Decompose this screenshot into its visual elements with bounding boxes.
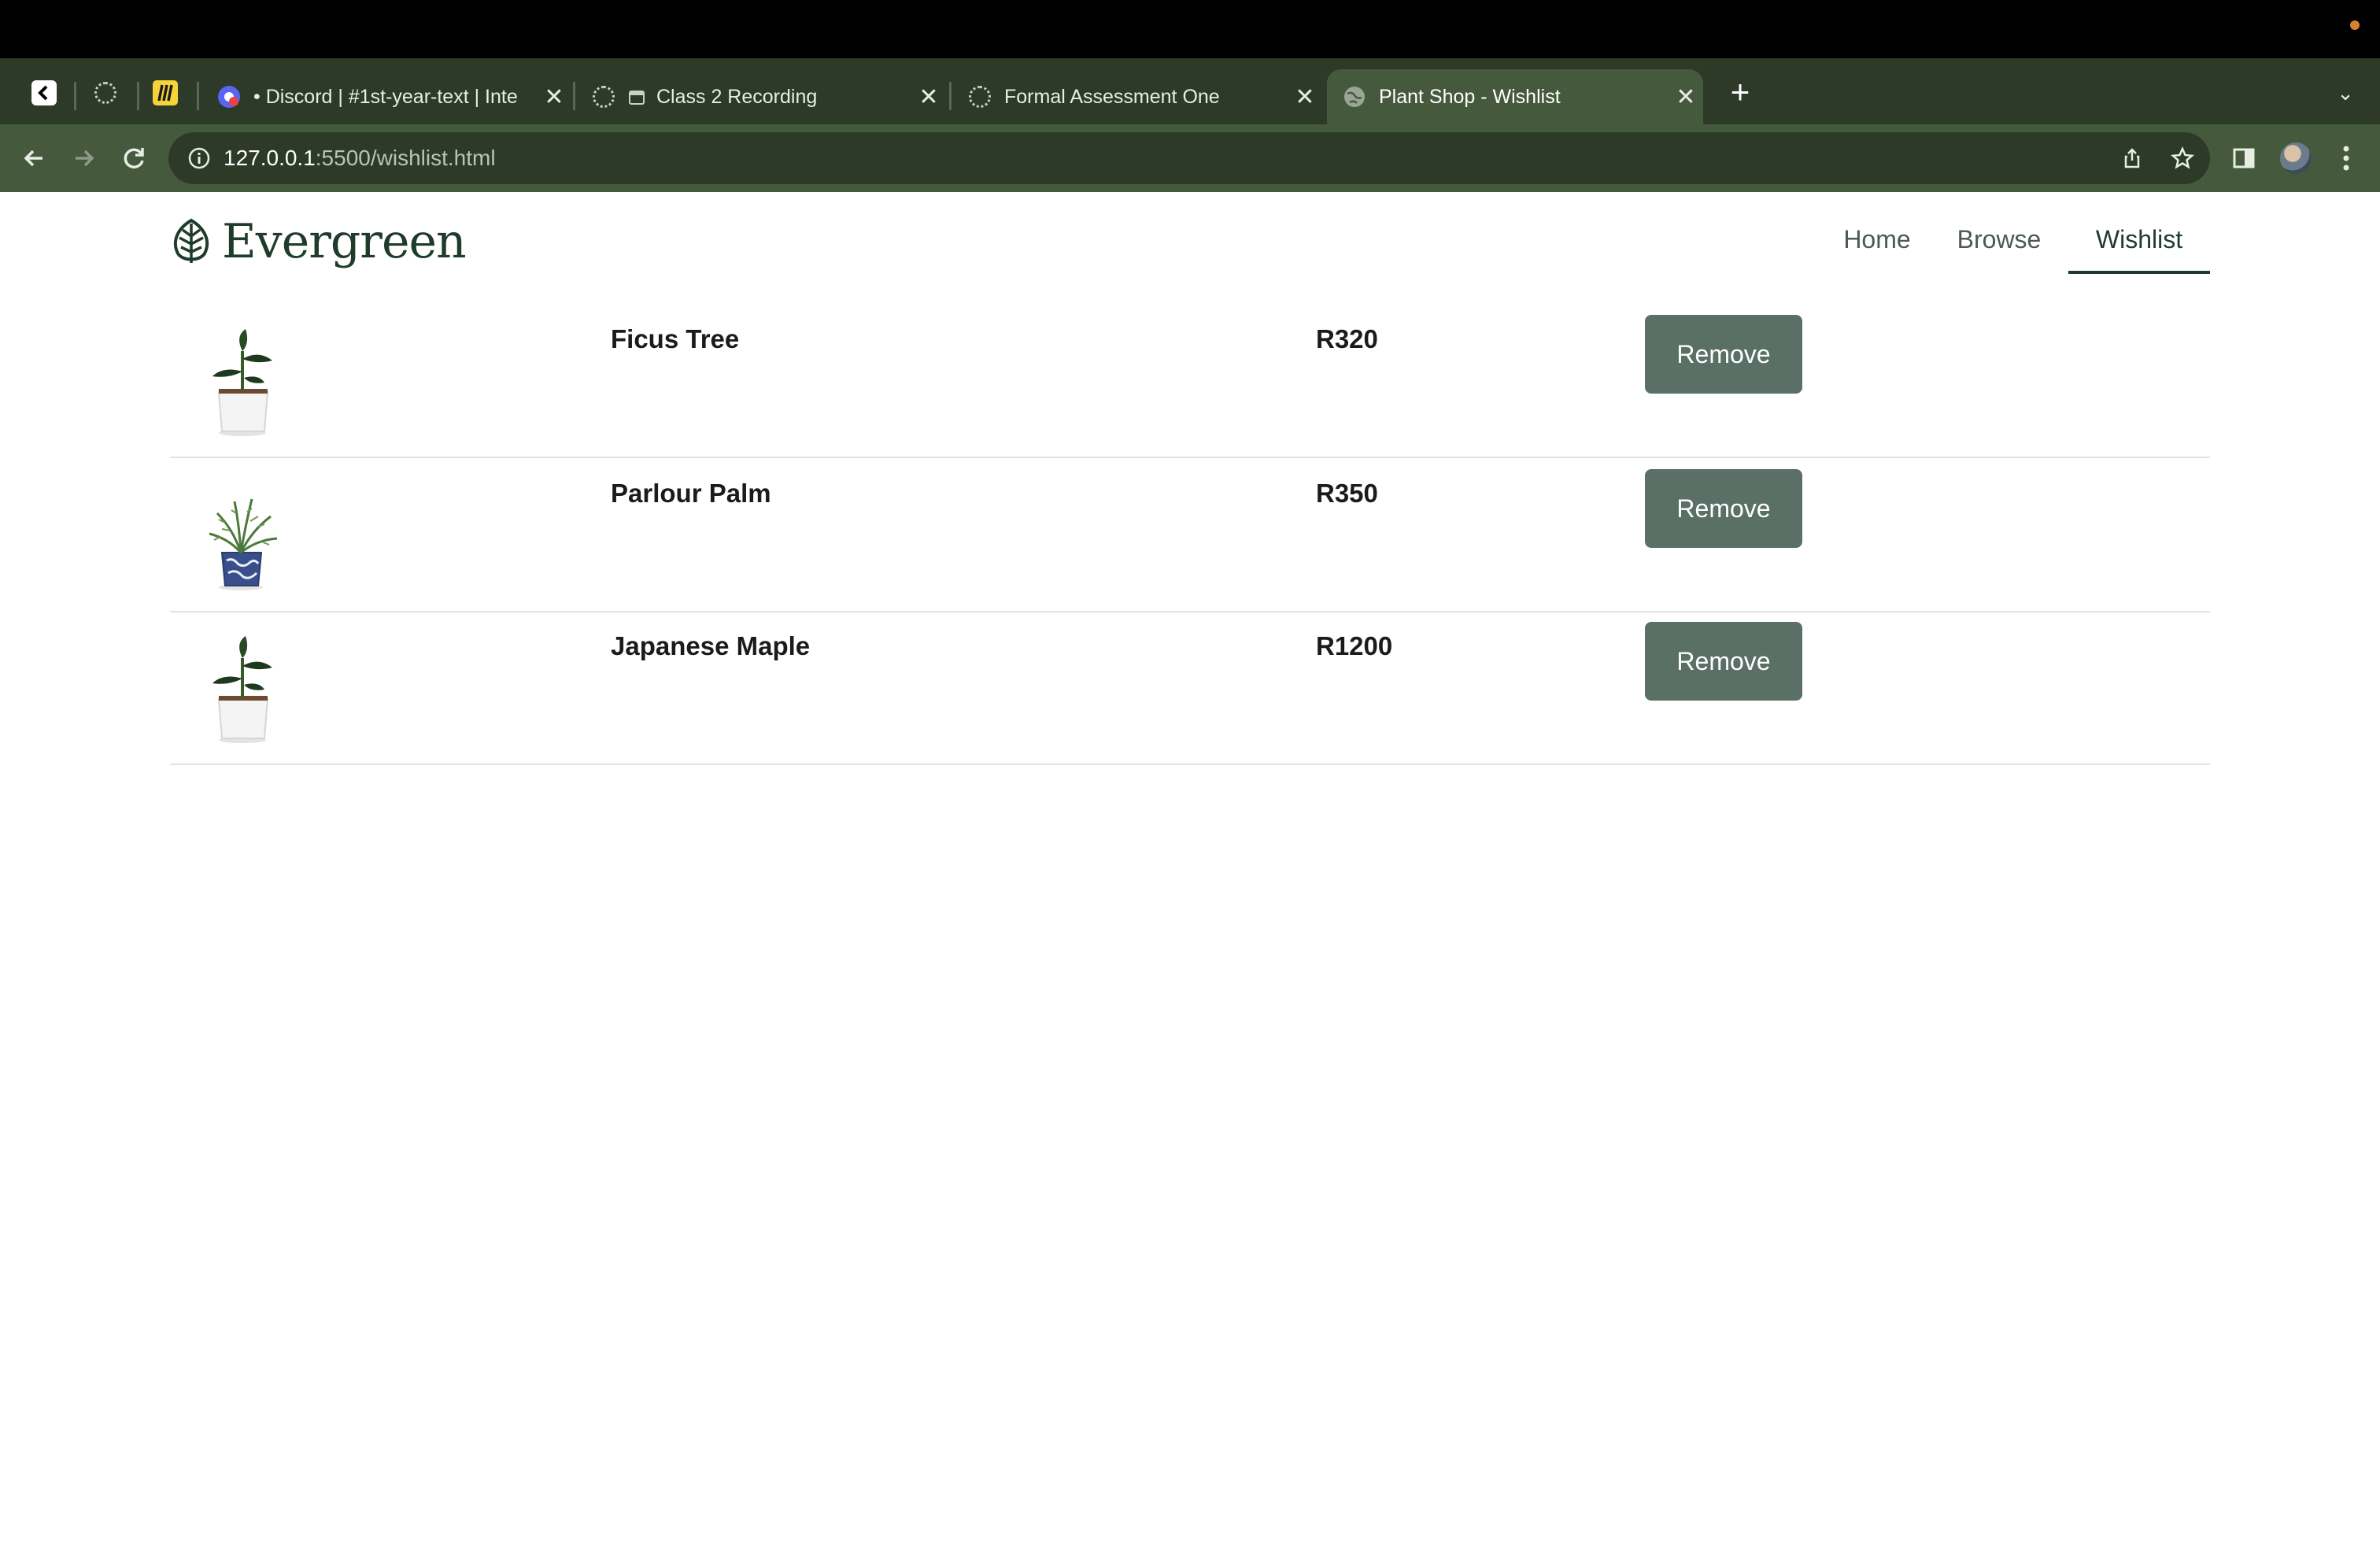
nav-browse[interactable]: Browse xyxy=(1949,211,2049,271)
pinned-tab-back[interactable] xyxy=(20,69,68,117)
ficus-plant-image xyxy=(213,636,272,743)
nav-wishlist[interactable]: Wishlist xyxy=(2068,211,2210,274)
item-name: Japanese Maple xyxy=(611,631,811,660)
miro-favicon-icon xyxy=(153,80,178,105)
brand-name: Evergreen xyxy=(222,214,467,269)
tab-formal-assessment[interactable]: Formal Assessment One ✕ xyxy=(952,69,1322,124)
reload-icon xyxy=(124,148,144,168)
tab-separator xyxy=(74,82,76,110)
calendar-icon xyxy=(629,91,645,105)
bookmark-star-icon[interactable] xyxy=(2169,145,2196,172)
tab-separator xyxy=(573,82,575,110)
url-path: :5500/wishlist.html xyxy=(315,146,496,170)
browser-toolbar: 127.0.0.1:5500/wishlist.html xyxy=(0,124,2380,192)
tab-title: Class 2 Recording xyxy=(656,85,818,108)
item-price: R350 xyxy=(1316,479,1378,508)
remove-button[interactable]: Remove xyxy=(1645,469,1802,548)
tab-discord[interactable]: • Discord | #1st-year-text | Inte ✕ xyxy=(201,69,571,124)
tab-separator xyxy=(949,82,952,110)
os-menu-bar xyxy=(0,0,2380,58)
remove-button[interactable]: Remove xyxy=(1645,315,1802,394)
back-button[interactable] xyxy=(14,139,54,178)
tab-title: Plant Shop - Wishlist xyxy=(1379,85,1561,108)
pinned-tab-miro[interactable] xyxy=(142,69,189,117)
close-icon[interactable]: ✕ xyxy=(1669,83,1703,111)
tab-title: Formal Assessment One xyxy=(1004,85,1220,108)
tab-title: • Discord | #1st-year-text | Inte xyxy=(253,85,518,108)
wishlist-row: Japanese Maple R1200 Remove xyxy=(170,611,2210,765)
site-logo[interactable]: Evergreen xyxy=(168,214,467,269)
share-icon[interactable] xyxy=(2119,145,2145,172)
item-name: Parlour Palm xyxy=(611,479,771,508)
wishlist-row: Parlour Palm R350 Remove xyxy=(170,458,2210,612)
new-tab-button[interactable]: + xyxy=(1720,72,1760,112)
discord-favicon-icon xyxy=(218,86,240,108)
side-panel-icon[interactable] xyxy=(2224,139,2264,178)
back-arrow-icon xyxy=(24,150,42,167)
globe-icon xyxy=(1344,87,1365,107)
item-price: R320 xyxy=(1316,324,1378,353)
recording-indicator-icon xyxy=(2350,20,2360,30)
tab-strip: • Discord | #1st-year-text | Inte ✕ Clas… xyxy=(0,58,2380,124)
parlour-palm-image xyxy=(209,498,278,590)
close-icon[interactable]: ✕ xyxy=(1288,83,1322,111)
nav-home[interactable]: Home xyxy=(1823,211,1931,271)
loading-spinner-icon xyxy=(94,82,116,104)
back-arrow-favicon-icon xyxy=(31,80,57,105)
forward-button[interactable] xyxy=(65,139,104,178)
url-host: 127.0.0.1 xyxy=(224,146,316,170)
pinned-tab-loading[interactable] xyxy=(82,69,129,117)
tab-separator xyxy=(197,82,199,110)
address-bar[interactable]: 127.0.0.1:5500/wishlist.html xyxy=(168,132,2210,184)
item-name: Ficus Tree xyxy=(611,324,740,353)
tab-separator xyxy=(137,82,139,110)
reload-button[interactable] xyxy=(115,139,154,178)
close-icon[interactable]: ✕ xyxy=(911,83,946,111)
loading-spinner-icon xyxy=(969,86,991,108)
remove-button[interactable]: Remove xyxy=(1645,622,1802,701)
profile-avatar[interactable] xyxy=(2276,139,2315,178)
tab-search-chevron-icon[interactable]: ⌄ xyxy=(2328,76,2363,110)
ficus-plant-image xyxy=(213,329,272,436)
forward-arrow-icon xyxy=(76,150,94,167)
tab-class-recording[interactable]: Class 2 Recording ✕ xyxy=(576,69,946,124)
url-text[interactable]: 127.0.0.1:5500/wishlist.html xyxy=(224,132,496,184)
browser-menu-icon[interactable] xyxy=(2326,139,2366,178)
leaf-logo-icon xyxy=(173,218,209,263)
close-icon[interactable]: ✕ xyxy=(537,83,571,111)
loading-spinner-icon xyxy=(593,86,615,108)
wishlist-row: Ficus Tree R320 Remove xyxy=(170,304,2210,458)
tab-plant-shop-wishlist[interactable]: Plant Shop - Wishlist ✕ xyxy=(1327,69,1703,124)
avatar xyxy=(2280,142,2312,174)
item-price: R1200 xyxy=(1316,631,1393,660)
site-info-icon[interactable] xyxy=(187,146,211,170)
web-page: Evergreen Home Browse Wishlist Ficus Tre… xyxy=(0,192,2380,1546)
